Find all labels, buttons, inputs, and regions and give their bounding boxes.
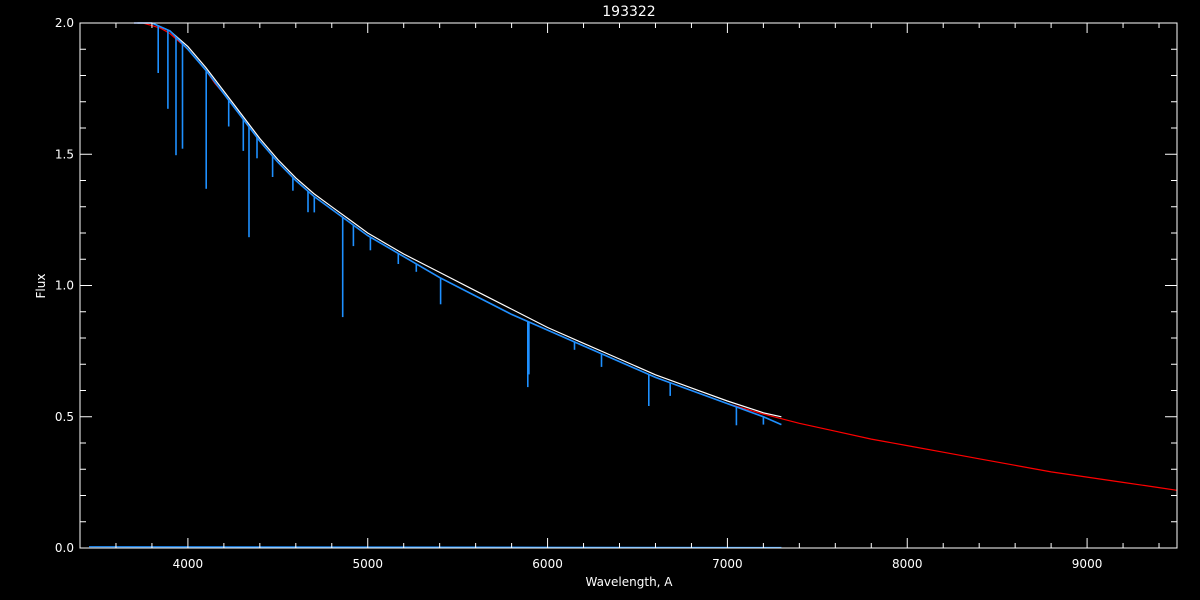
y-tick-label: 0.0 <box>55 541 74 555</box>
x-tick-label: 4000 <box>173 557 204 571</box>
x-tick-label: 8000 <box>892 557 923 571</box>
spectrum-chart: 193322 4000 5000 6000 7000 8000 9000 0.0 0.5 1.0… <box>0 0 1200 600</box>
chart-title: 193322 <box>602 4 655 20</box>
x-axis-label: Wavelength, A <box>585 575 673 589</box>
y-tick-label: 1.5 <box>55 147 74 161</box>
x-tick-label: 5000 <box>352 557 383 571</box>
series-line-4 <box>88 546 782 549</box>
y-tick-label: 2.0 <box>55 16 74 30</box>
x-tick-label: 9000 <box>1072 557 1103 571</box>
y-tick-label: 0.5 <box>55 410 74 424</box>
x-tick-label: 7000 <box>712 557 743 571</box>
y-axis-label: Flux <box>34 274 48 299</box>
x-tick-label: 6000 <box>532 557 563 571</box>
y-tick-label: 1.0 <box>55 279 74 293</box>
chart-background <box>0 0 1200 600</box>
